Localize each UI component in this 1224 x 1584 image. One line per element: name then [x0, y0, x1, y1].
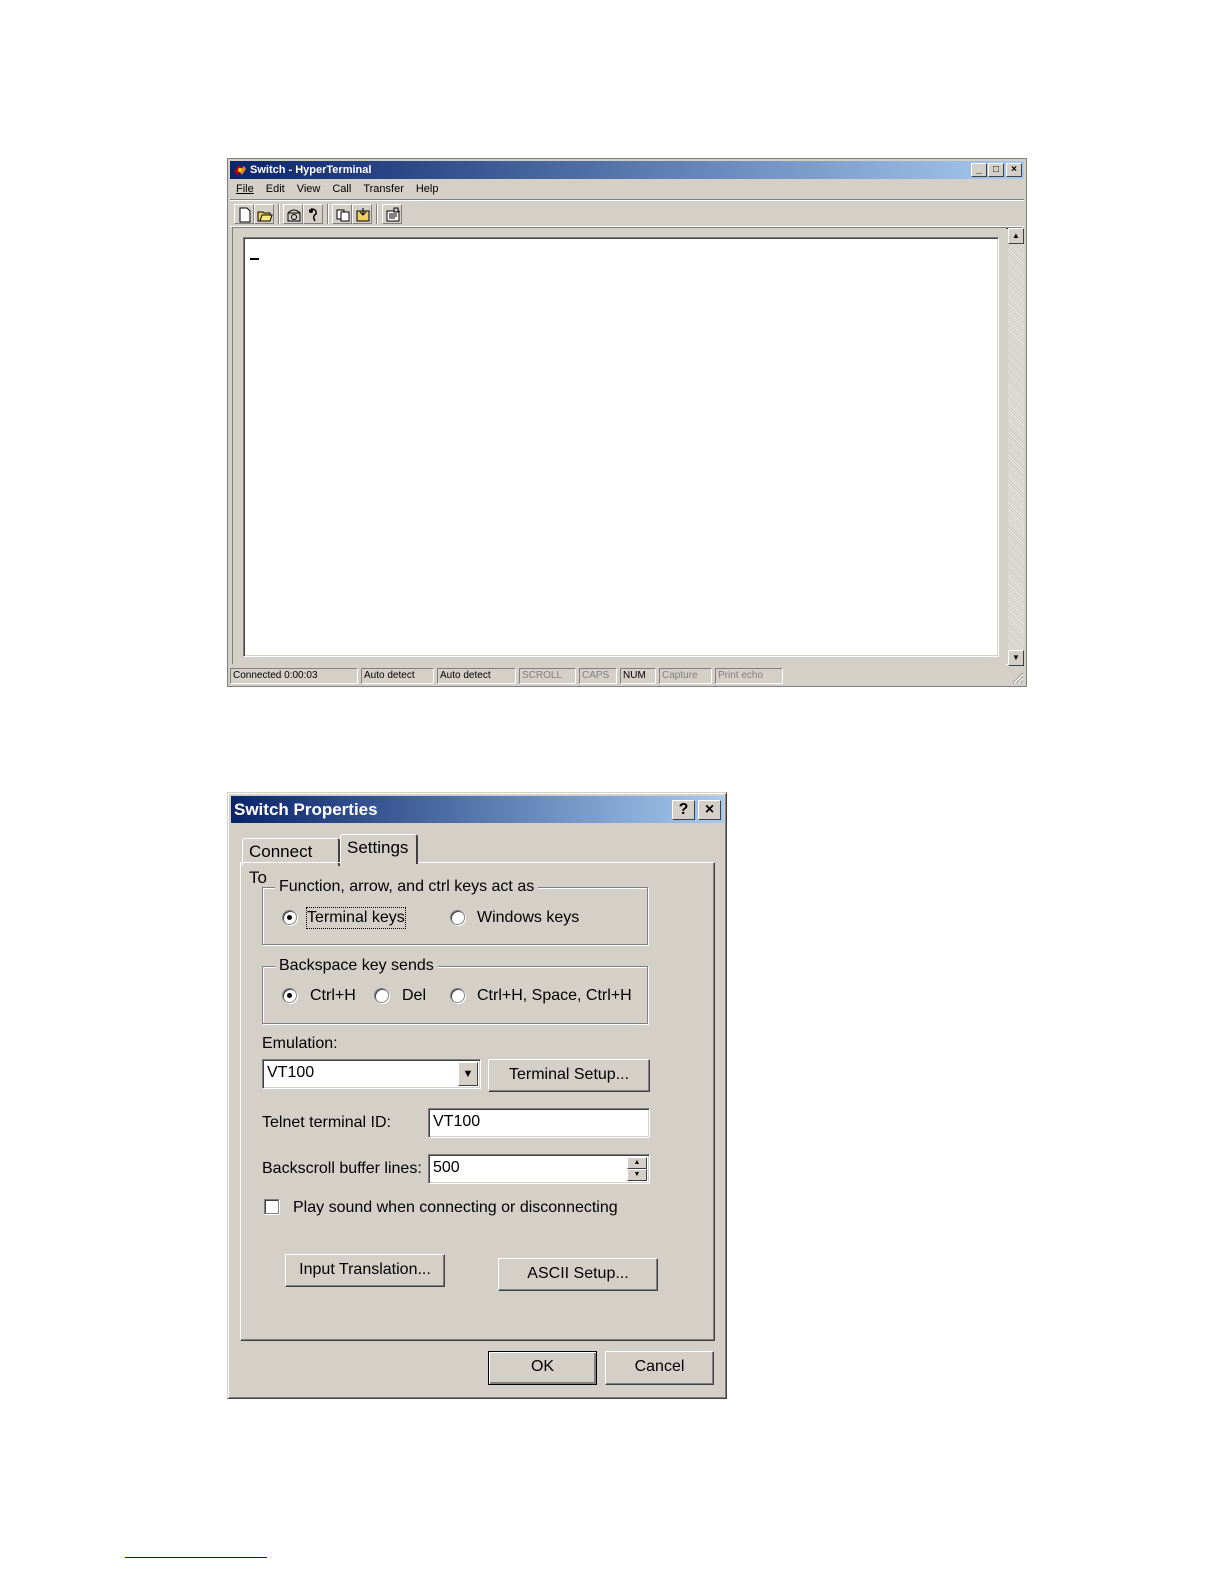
terminal-area: ▲ ▼ [232, 227, 1024, 666]
backspace-group-legend: Backspace key sends [275, 956, 438, 976]
maximize-button[interactable]: □ [988, 163, 1004, 177]
windows-keys-radio[interactable] [450, 910, 465, 925]
cancel-button[interactable]: Cancel [605, 1351, 714, 1385]
telnet-id-field[interactable]: VT100 [428, 1108, 650, 1138]
terminal-keys-radio[interactable] [282, 910, 297, 925]
footnote-rule [125, 1557, 267, 1558]
status-bar: Connected 0:00:03 Auto detect Auto detec… [230, 668, 1024, 684]
spin-down-icon[interactable]: ▼ [627, 1169, 647, 1181]
menu-help[interactable]: Help [410, 180, 445, 198]
dialog-close-button[interactable]: × [698, 800, 721, 820]
hyperterminal-icon [234, 165, 246, 175]
status-detect-2: Auto detect [437, 668, 516, 684]
title-bar[interactable]: Switch - HyperTerminal _ □ × [230, 161, 1024, 179]
menu-call[interactable]: Call [326, 180, 357, 198]
ctrl-h-space-label[interactable]: Ctrl+H, Space, Ctrl+H [477, 986, 632, 1006]
terminal-setup-button[interactable]: Terminal Setup... [488, 1059, 650, 1092]
ctrl-h-label[interactable]: Ctrl+H [310, 986, 356, 1006]
properties-icon [386, 207, 400, 222]
windows-keys-label[interactable]: Windows keys [477, 908, 579, 928]
input-translation-button[interactable]: Input Translation... [285, 1254, 445, 1287]
spin-up-icon[interactable]: ▲ [627, 1157, 647, 1169]
vertical-scrollbar[interactable]: ▲ ▼ [1008, 228, 1024, 666]
disconnect-icon [309, 208, 317, 222]
del-label[interactable]: Del [402, 986, 426, 1006]
ctrl-h-space-radio[interactable] [450, 988, 465, 1003]
receive-button[interactable] [352, 204, 372, 224]
status-caps: CAPS [579, 668, 617, 684]
dialog-title-bar[interactable]: Switch Properties ? × [231, 796, 724, 823]
send-icon [336, 209, 350, 222]
del-radio[interactable] [374, 988, 389, 1003]
scroll-up-arrow-icon[interactable]: ▲ [1008, 228, 1024, 244]
toolbar-separator [278, 204, 280, 224]
status-scroll: SCROLL [519, 668, 576, 684]
menu-edit[interactable]: Edit [260, 180, 291, 198]
properties-button[interactable] [382, 204, 402, 224]
backscroll-stepper[interactable]: 500 ▲ ▼ [428, 1154, 650, 1184]
ctrl-h-radio[interactable] [282, 988, 297, 1003]
help-button[interactable]: ? [672, 800, 695, 820]
terminal-keys-label[interactable]: Terminal keys [306, 907, 406, 929]
status-detect-1: Auto detect [361, 668, 434, 684]
toolbar [230, 199, 1024, 227]
backscroll-label: Backscroll buffer lines: [262, 1160, 422, 1177]
ascii-setup-button[interactable]: ASCII Setup... [498, 1258, 658, 1291]
menu-transfer[interactable]: Transfer [357, 180, 410, 198]
emulation-value: VT100 [267, 1064, 315, 1081]
call-button[interactable] [283, 204, 303, 224]
hyperterminal-window: Switch - HyperTerminal _ □ × File Edit V… [227, 158, 1027, 687]
window-title: Switch - HyperTerminal [250, 164, 372, 176]
terminal-frame [233, 228, 1006, 666]
status-capture: Capture [659, 668, 712, 684]
play-sound-label[interactable]: Play sound when connecting or disconnect… [293, 1198, 618, 1218]
menu-bar: File Edit View Call Transfer Help [230, 180, 1024, 198]
play-sound-checkbox[interactable] [264, 1199, 279, 1214]
open-button[interactable] [254, 204, 274, 224]
scroll-down-arrow-icon[interactable]: ▼ [1008, 650, 1024, 666]
ok-button[interactable]: OK [488, 1351, 597, 1385]
menu-file[interactable]: File [230, 180, 260, 198]
switch-properties-dialog: Switch Properties ? × Connect To Setting… [227, 792, 727, 1399]
status-connected: Connected 0:00:03 [230, 668, 358, 684]
close-button[interactable]: × [1006, 163, 1022, 177]
terminal-screen[interactable] [243, 237, 999, 657]
disconnect-button[interactable] [303, 204, 323, 224]
resize-grip-icon[interactable] [1012, 672, 1024, 684]
backscroll-value: 500 [433, 1159, 460, 1176]
minimize-button[interactable]: _ [971, 163, 987, 177]
tab-settings[interactable]: Settings [340, 834, 418, 864]
status-print-echo: Print echo [715, 668, 783, 684]
new-icon [239, 207, 251, 223]
emulation-label: Emulation: [262, 1035, 338, 1052]
send-button[interactable] [332, 204, 352, 224]
call-icon [287, 209, 301, 222]
telnet-id-label: Telnet terminal ID: [262, 1114, 391, 1131]
status-num: NUM [620, 668, 656, 684]
chevron-down-icon[interactable]: ▼ [458, 1062, 478, 1086]
emulation-select[interactable]: VT100 ▼ [262, 1059, 481, 1089]
menu-view[interactable]: View [291, 180, 327, 198]
text-cursor [250, 258, 259, 260]
keys-group-legend: Function, arrow, and ctrl keys act as [275, 877, 539, 897]
open-icon [257, 211, 273, 222]
toolbar-separator [327, 204, 329, 224]
toolbar-separator [376, 204, 378, 224]
dialog-title: Switch Properties [234, 800, 378, 819]
new-button[interactable] [234, 204, 254, 224]
receive-icon [356, 208, 370, 222]
